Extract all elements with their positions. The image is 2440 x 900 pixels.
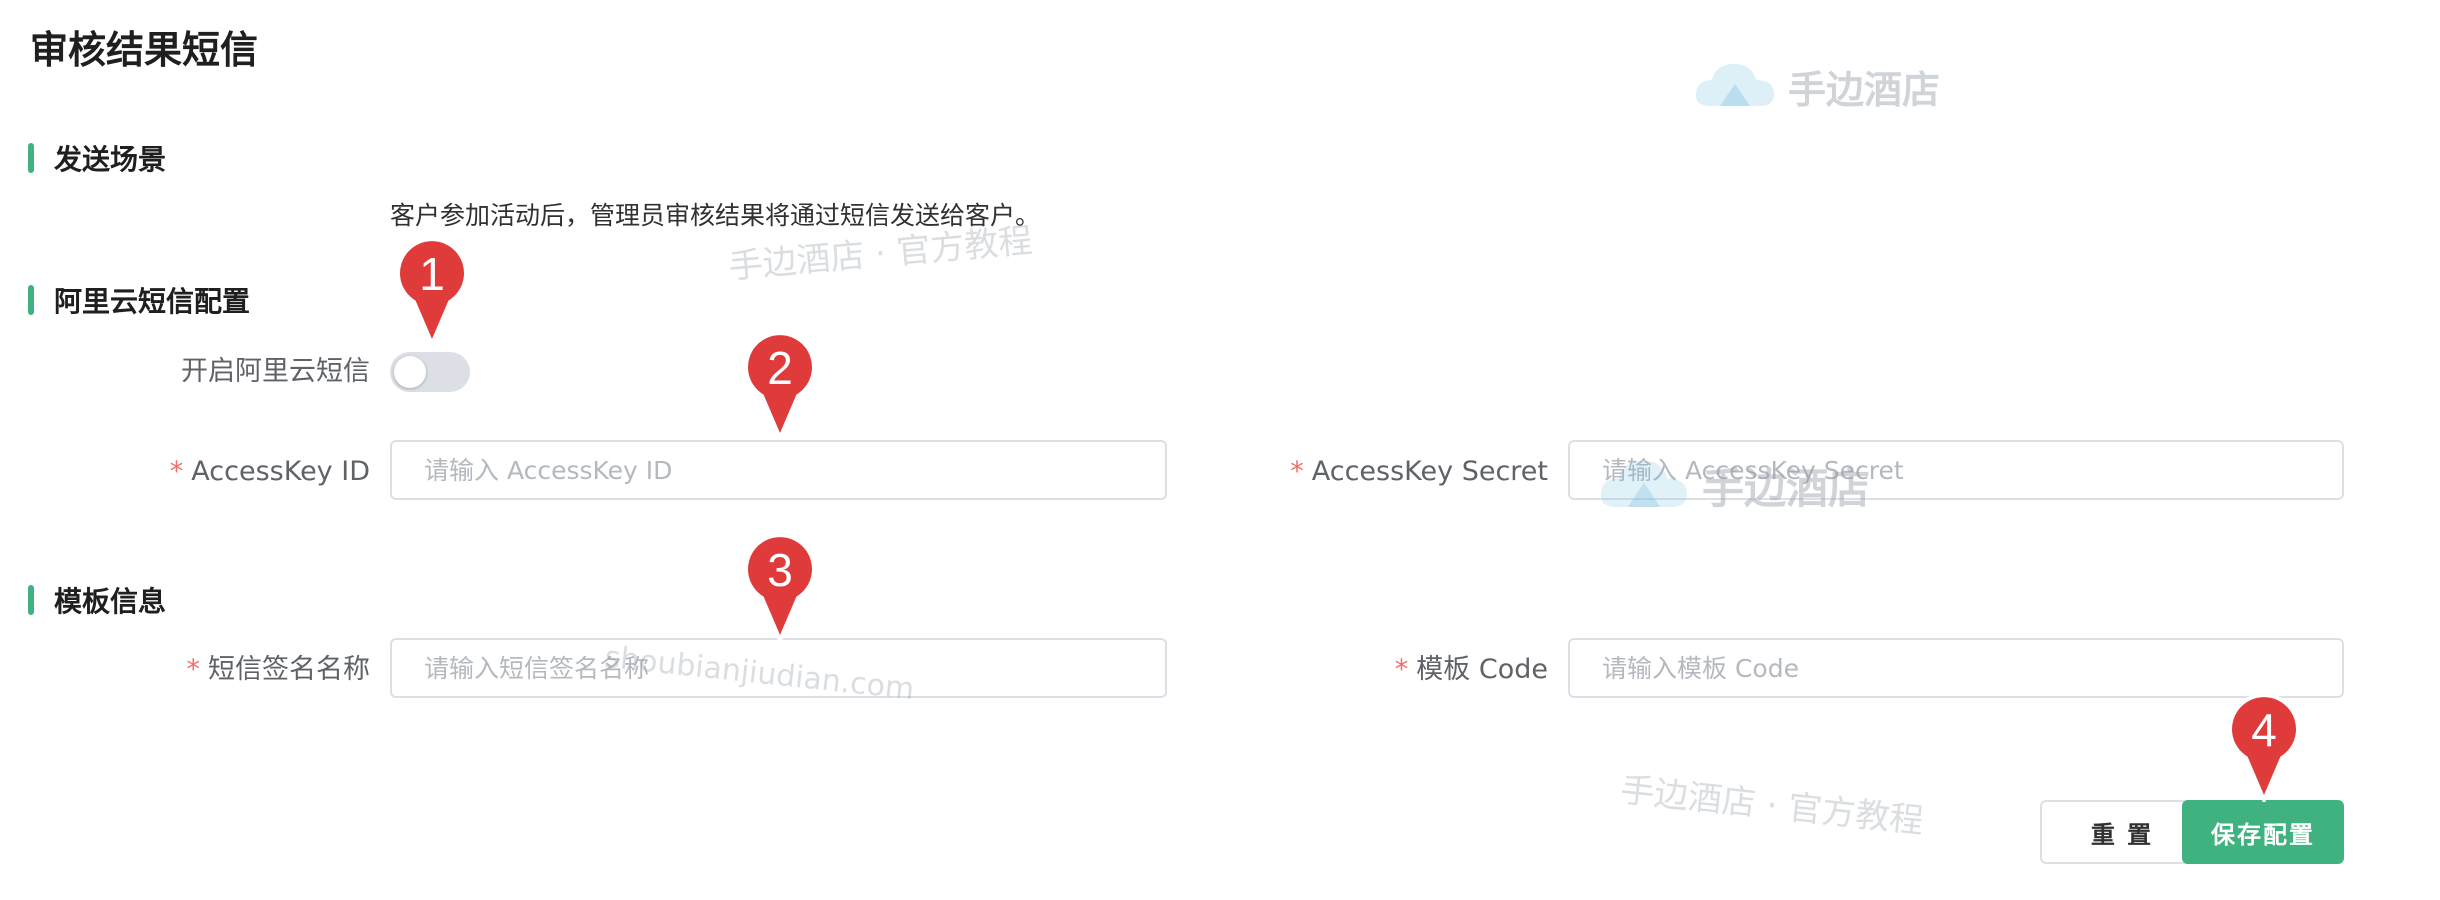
- logo-watermark-text: 手边酒店: [1702, 463, 1871, 513]
- section-aliyun-title: 阿里云短信配置: [54, 285, 251, 318]
- aliyun-sms-toggle[interactable]: [390, 352, 470, 392]
- pin-icon: 2: [744, 331, 816, 440]
- template-code-label-text: 模板 Code: [1416, 654, 1548, 685]
- logo-watermark-text: 手边酒店: [1788, 67, 1941, 112]
- toggle-label: 开启阿里云短信: [181, 356, 370, 387]
- sign-name-label: * 短信签名名称: [30, 638, 371, 702]
- section-scene-header: 发送场景: [28, 136, 166, 180]
- required-mark: *: [1290, 456, 1304, 487]
- step-marker-1: 1: [392, 236, 472, 346]
- template-code-input[interactable]: [1568, 638, 2344, 698]
- access-key-id-label-text: AccessKey ID: [191, 456, 370, 487]
- access-key-id-input[interactable]: [390, 440, 1167, 500]
- step-marker-4: 4: [2224, 692, 2304, 802]
- section-accent-bar: [28, 143, 34, 173]
- required-mark: *: [186, 654, 201, 685]
- access-key-id-label: * AccessKey ID: [30, 440, 370, 504]
- section-accent-bar: [28, 585, 34, 615]
- tagline-watermark: 手边酒店 · 官方教程: [1618, 770, 1926, 842]
- toggle-knob: [394, 356, 426, 388]
- step-marker-2: 2: [740, 330, 820, 440]
- cloud-logo-icon: [1695, 64, 1774, 106]
- reset-button[interactable]: 重 置: [2040, 800, 2204, 864]
- pin-icon: 1: [396, 237, 468, 346]
- section-scene-title: 发送场景: [54, 143, 167, 176]
- svg-text:1: 1: [419, 248, 445, 300]
- access-key-secret-label-text: AccessKey Secret: [1311, 456, 1548, 487]
- template-code-label: * 模板 Code: [1208, 638, 1548, 702]
- page-title: 审核结果短信: [30, 28, 259, 72]
- svg-text:3: 3: [767, 544, 793, 596]
- section-template-header: 模板信息: [28, 578, 166, 622]
- sign-name-label-text: 短信签名名称: [208, 654, 370, 685]
- cloud-logo-icon: [1600, 460, 1687, 507]
- section-template-title: 模板信息: [54, 585, 167, 618]
- required-mark: *: [1394, 654, 1409, 685]
- section-accent-bar: [28, 285, 34, 315]
- access-key-secret-label: * AccessKey Secret: [1208, 440, 1548, 504]
- pin-icon: 3: [744, 533, 816, 642]
- section-aliyun-header: 阿里云短信配置: [28, 278, 250, 322]
- step-marker-3: 3: [740, 532, 820, 642]
- required-mark: *: [169, 456, 184, 487]
- logo-watermark: 手边酒店: [1690, 56, 1940, 116]
- logo-watermark: 手边酒店: [1594, 452, 1870, 518]
- save-config-button[interactable]: 保存配置: [2182, 800, 2344, 864]
- svg-text:2: 2: [767, 342, 793, 394]
- svg-text:4: 4: [2251, 704, 2277, 756]
- pin-icon: 4: [2228, 693, 2300, 802]
